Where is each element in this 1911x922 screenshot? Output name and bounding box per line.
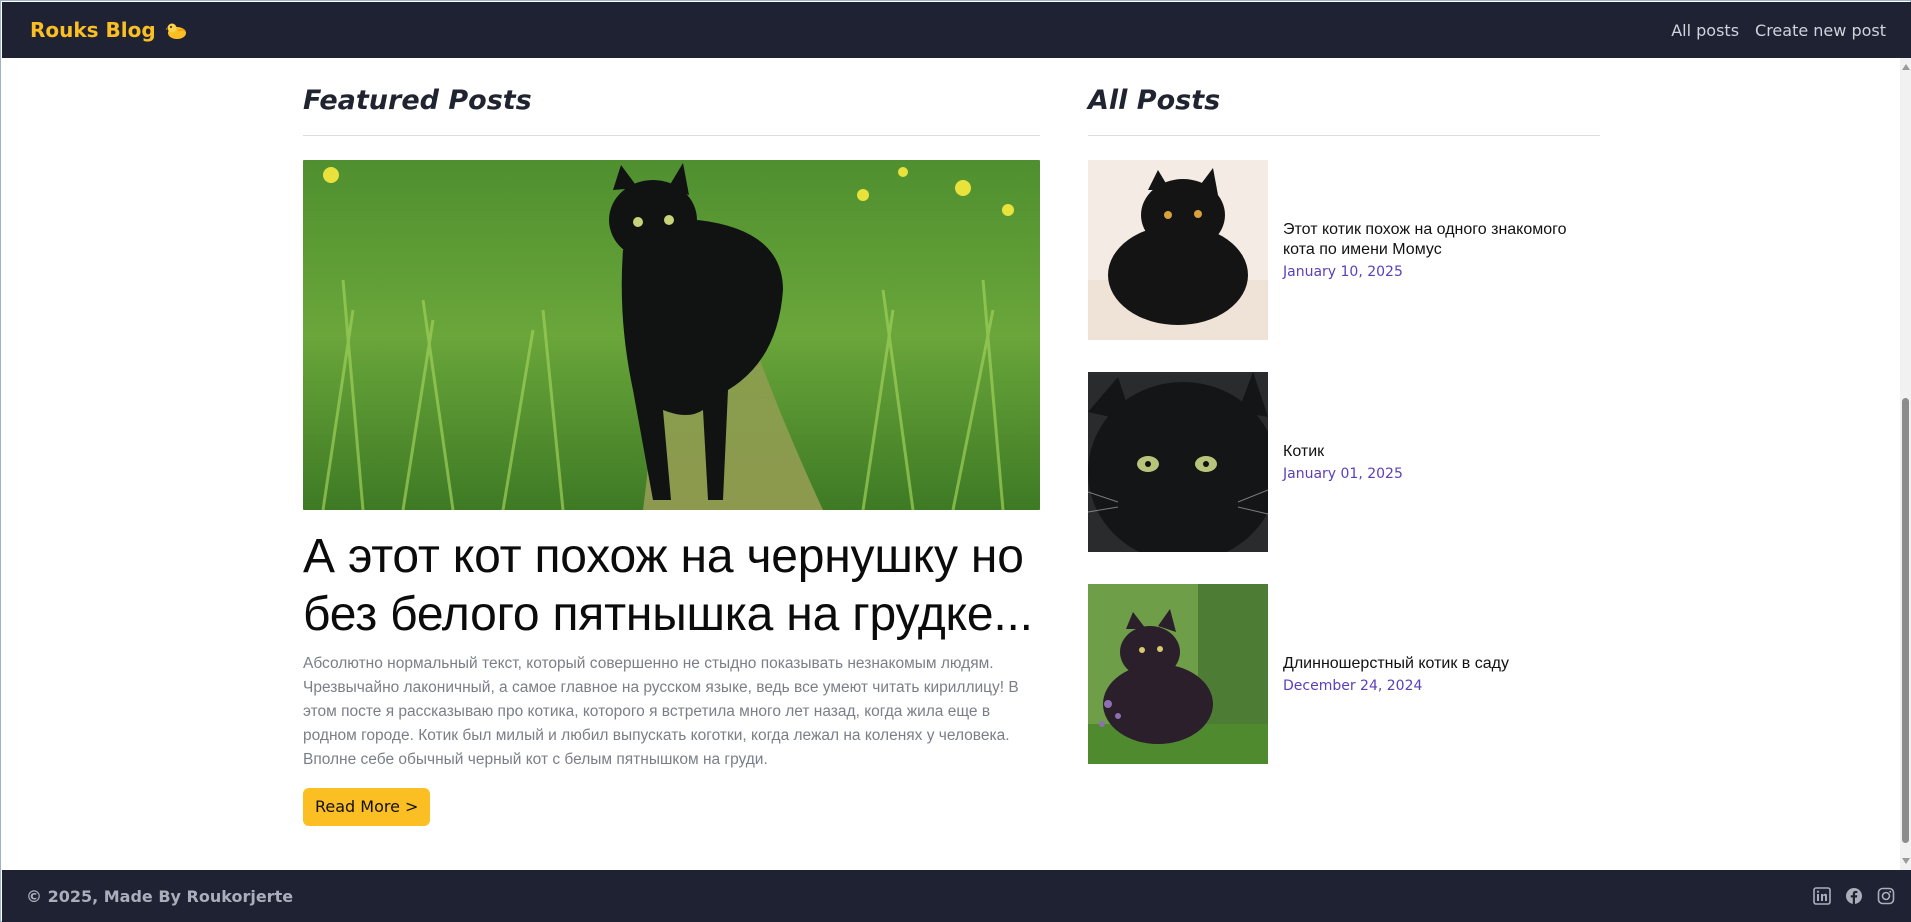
featured-divider <box>303 135 1040 136</box>
list-item[interactable]: Длинношерстный котик в саду December 24,… <box>1088 584 1601 764</box>
main-content: Featured Posts А этот кот похож на черну… <box>2 58 1900 870</box>
scroll-thumb[interactable] <box>1902 398 1909 843</box>
post-thumbnail[interactable] <box>1088 372 1268 552</box>
scroll-up-arrow-icon[interactable] <box>1902 64 1910 70</box>
post-date: January 10, 2025 <box>1283 264 1403 280</box>
featured-post-image[interactable] <box>303 160 1040 510</box>
nav-create-post[interactable]: Create new post <box>1755 21 1886 40</box>
scroll-down-arrow-icon[interactable] <box>1902 858 1910 864</box>
brand-link[interactable]: Rouks Blog <box>30 18 188 42</box>
post-date: January 01, 2025 <box>1283 466 1403 482</box>
post-title[interactable]: Длинношерстный котик в саду <box>1283 654 1601 674</box>
post-title[interactable]: Этот котик похож на одного знакомого кот… <box>1283 220 1601 260</box>
post-meta: Котик January 01, 2025 <box>1283 442 1601 482</box>
social-links <box>1813 887 1895 905</box>
copyright-text: © 2025, Made By Roukorjerte <box>26 886 294 906</box>
post-thumbnail[interactable] <box>1088 160 1268 340</box>
all-posts-title: All Posts <box>1088 85 1221 116</box>
featured-post-title[interactable]: А этот кот похож на чернушку но без бело… <box>303 528 1040 644</box>
list-item[interactable]: Котик January 01, 2025 <box>1088 372 1601 552</box>
brand-name: Rouks Blog <box>30 18 156 42</box>
post-list: Этот котик похож на одного знакомого кот… <box>1088 160 1601 764</box>
main-nav: All posts Create new post <box>1671 21 1886 40</box>
vertical-scrollbar[interactable] <box>1900 58 1911 870</box>
linkedin-icon[interactable] <box>1813 887 1831 905</box>
list-item[interactable]: Этот котик похож на одного знакомого кот… <box>1088 160 1601 340</box>
post-title[interactable]: Котик <box>1283 442 1601 462</box>
read-more-button[interactable]: Read More > <box>303 788 431 826</box>
footer: © 2025, Made By Roukorjerte <box>2 870 1911 922</box>
top-navbar: Rouks Blog All posts Create new post <box>2 2 1911 58</box>
nav-all-posts[interactable]: All posts <box>1671 21 1739 40</box>
all-posts-divider <box>1088 135 1600 136</box>
post-date: December 24, 2024 <box>1283 678 1423 694</box>
post-thumbnail[interactable] <box>1088 584 1268 764</box>
browser-frame: Rouks Blog All posts Create new post Fea… <box>0 0 1911 922</box>
featured-post-excerpt: Абсолютно нормальный текст, который сове… <box>303 655 1019 768</box>
all-posts-section: All Posts Этот котик похож на одного зна… <box>1088 81 1601 796</box>
chick-icon <box>164 21 188 39</box>
facebook-icon[interactable] <box>1845 887 1863 905</box>
instagram-icon[interactable] <box>1877 887 1895 905</box>
featured-title: Featured Posts <box>303 85 532 116</box>
featured-section: Featured Posts А этот кот похож на черну… <box>303 81 1040 826</box>
post-meta: Этот котик похож на одного знакомого кот… <box>1283 220 1601 280</box>
post-meta: Длинношерстный котик в саду December 24,… <box>1283 654 1601 694</box>
